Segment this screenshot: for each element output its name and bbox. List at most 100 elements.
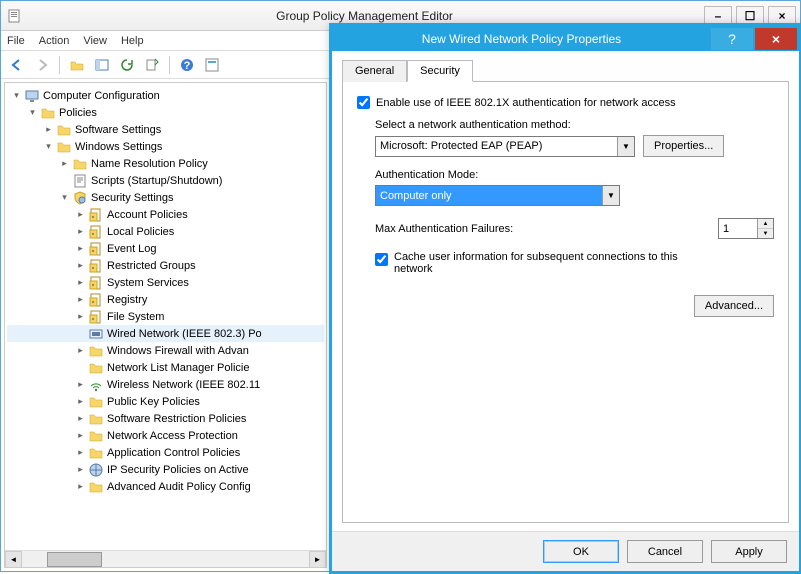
tree-item-label: Public Key Policies — [107, 396, 200, 408]
tree-item[interactable]: ▸Event Log — [7, 240, 324, 257]
tree-item[interactable]: ▸ System Services — [7, 274, 324, 291]
tree-item[interactable]: ▸Wireless Network (IEEE 802.11 — [7, 376, 324, 393]
tree-item-label: Network Access Protection — [107, 430, 238, 442]
tree-item[interactable]: Network List Manager Policie — [7, 359, 324, 376]
folder-icon — [88, 360, 104, 376]
folder-icon — [88, 428, 104, 444]
tree-item[interactable]: ▸IP Security Policies on Active — [7, 461, 324, 478]
advanced-button[interactable]: Advanced... — [694, 295, 774, 317]
wireless-icon — [88, 377, 104, 393]
collapse-icon[interactable]: ▾ — [43, 141, 54, 152]
tree-item[interactable]: ▸ Public Key Policies — [7, 393, 324, 410]
ok-button[interactable]: OK — [543, 540, 619, 563]
tree-item[interactable]: ▸Restricted Groups — [7, 257, 324, 274]
tree-item[interactable]: ▾Policies — [7, 104, 324, 121]
show-hide-icon[interactable] — [92, 55, 112, 75]
tree-item[interactable]: ▸Software Restriction Policies — [7, 410, 324, 427]
tree-item[interactable]: ▸File System — [7, 308, 324, 325]
expand-icon[interactable]: ▸ — [75, 277, 86, 288]
tree-item[interactable]: ▾ Computer Configuration — [7, 87, 324, 104]
dialog-close-button[interactable]: × — [755, 28, 797, 50]
tree-item[interactable]: ▾Security Settings — [7, 189, 324, 206]
tab-general[interactable]: General — [342, 60, 407, 82]
auth-mode-combo[interactable]: Computer only ▼ — [375, 185, 620, 206]
expand-icon[interactable]: ▸ — [75, 379, 86, 390]
ipsecurity-icon — [88, 462, 104, 478]
scroll-track[interactable] — [22, 551, 309, 568]
max-auth-failures-spinner[interactable]: ▲ ▼ — [718, 218, 774, 239]
menu-file[interactable]: File — [7, 35, 25, 47]
expand-icon[interactable]: ▸ — [43, 124, 54, 135]
tree-item-label: Account Policies — [107, 209, 188, 221]
apply-button[interactable]: Apply — [711, 540, 787, 563]
expand-icon[interactable]: ▸ — [75, 430, 86, 441]
tree-item-label: Advanced Audit Policy Config — [107, 481, 251, 493]
menu-help[interactable]: Help — [121, 35, 144, 47]
expand-icon[interactable]: ▸ — [75, 226, 86, 237]
horizontal-scrollbar[interactable]: ◄ ► — [5, 550, 326, 567]
menu-view[interactable]: View — [83, 35, 107, 47]
computer-icon — [24, 88, 40, 104]
nav-back-icon[interactable] — [7, 55, 27, 75]
expand-icon[interactable]: ▸ — [75, 464, 86, 475]
nav-fwd-icon[interactable] — [32, 55, 52, 75]
policy-icon — [88, 224, 104, 240]
spinner-up-icon[interactable]: ▲ — [758, 219, 773, 229]
tree[interactable]: ▾Computer Configuration▾Policies▸Softwar… — [5, 83, 326, 550]
expand-icon[interactable]: ▸ — [75, 345, 86, 356]
scroll-left-icon[interactable]: ◄ — [5, 551, 22, 568]
expand-icon[interactable]: ▸ — [75, 209, 86, 220]
tree-item[interactable]: ▸Registry — [7, 291, 324, 308]
enable-8021x-checkbox[interactable] — [357, 96, 370, 109]
tree-item-label: Name Resolution Policy — [91, 158, 208, 170]
tree-item[interactable]: ▸ Network Access Protection — [7, 427, 324, 444]
expand-icon[interactable]: ▸ — [75, 481, 86, 492]
help-icon[interactable]: ? — [177, 55, 197, 75]
spinner-down-icon[interactable]: ▼ — [758, 229, 773, 238]
dialog-title: New Wired Network Policy Properties — [332, 32, 711, 46]
menu-action[interactable]: Action — [39, 35, 70, 47]
scroll-thumb[interactable] — [47, 552, 102, 567]
properties-icon[interactable] — [202, 55, 222, 75]
collapse-icon[interactable]: ▾ — [27, 107, 38, 118]
expand-icon[interactable]: ▸ — [75, 260, 86, 271]
tree-item-label: System Services — [107, 277, 189, 289]
tree-item[interactable]: Scripts (Startup/Shutdown) — [7, 172, 324, 189]
expand-icon[interactable]: ▸ — [75, 243, 86, 254]
dialog-title-bar: New Wired Network Policy Properties ? × — [332, 26, 799, 51]
tree-item[interactable]: ▸ Account Policies — [7, 206, 324, 223]
expand-placeholder — [59, 175, 70, 186]
scroll-right-icon[interactable]: ► — [309, 551, 326, 568]
collapse-icon[interactable]: ▾ — [59, 192, 70, 203]
tree-item-label: Software Settings — [75, 124, 161, 136]
tab-panel-security: Enable use of IEEE 802.1X authentication… — [342, 82, 789, 523]
expand-icon[interactable]: ▸ — [59, 158, 70, 169]
tab-security[interactable]: Security — [407, 60, 473, 82]
properties-button[interactable]: Properties... — [643, 135, 724, 157]
tree-item[interactable]: ▸Local Policies — [7, 223, 324, 240]
expand-icon[interactable]: ▸ — [75, 311, 86, 322]
dialog-help-button[interactable]: ? — [711, 28, 753, 50]
tree-item[interactable]: ▸Windows Firewall with Advan — [7, 342, 324, 359]
expand-icon[interactable]: ▸ — [75, 447, 86, 458]
tree-item[interactable]: ▸ Advanced Audit Policy Config — [7, 478, 324, 495]
expand-icon[interactable]: ▸ — [75, 396, 86, 407]
folder-up-icon[interactable] — [67, 55, 87, 75]
auth-method-combo[interactable]: Microsoft: Protected EAP (PEAP) ▼ — [375, 136, 635, 157]
export-icon[interactable] — [142, 55, 162, 75]
tree-item-label: Computer Configuration — [43, 90, 160, 102]
tree-item[interactable]: ▸Application Control Policies — [7, 444, 324, 461]
refresh-icon[interactable] — [117, 55, 137, 75]
tree-item[interactable]: Wired Network (IEEE 802.3) Po — [7, 325, 324, 342]
tree-item[interactable]: ▾Windows Settings — [7, 138, 324, 155]
expand-icon[interactable]: ▸ — [75, 413, 86, 424]
tree-item[interactable]: ▸ Name Resolution Policy — [7, 155, 324, 172]
cancel-button[interactable]: Cancel — [627, 540, 703, 563]
chevron-down-icon[interactable]: ▼ — [602, 186, 619, 205]
max-auth-failures-input[interactable] — [719, 219, 757, 238]
expand-icon[interactable]: ▸ — [75, 294, 86, 305]
cache-user-info-checkbox[interactable] — [375, 253, 388, 266]
collapse-icon[interactable]: ▾ — [11, 90, 22, 101]
chevron-down-icon[interactable]: ▼ — [617, 137, 634, 156]
tree-item[interactable]: ▸ Software Settings — [7, 121, 324, 138]
